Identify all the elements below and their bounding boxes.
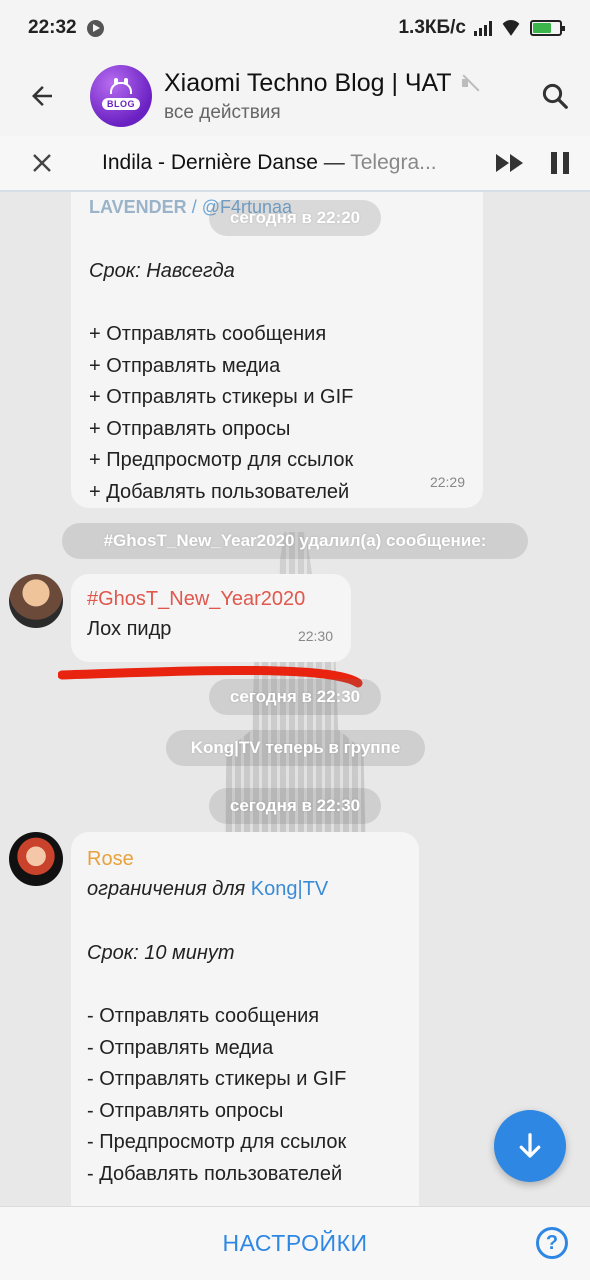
player-track[interactable]: Indila - Dernière Danse — Telegra... — [102, 151, 478, 175]
close-icon — [33, 154, 51, 172]
message-time: 22:29 — [429, 473, 465, 490]
message-sender[interactable]: #GhosT_New_Year2020 — [87, 584, 335, 614]
date-badge: сегодня в 22:20 — [209, 200, 381, 236]
pause-button[interactable] — [530, 151, 590, 175]
fast-forward-icon — [496, 154, 523, 172]
media-playing-icon — [86, 19, 104, 37]
avatar-label: BLOG — [102, 98, 140, 110]
track-title: Indila - Dernière Danse — [102, 151, 318, 174]
chat-avatar[interactable]: BLOG — [90, 65, 152, 127]
message-term: Срок: 10 минут — [87, 941, 235, 964]
battery-icon — [530, 20, 565, 36]
player-close-button[interactable] — [0, 153, 84, 173]
music-player-bar: Indila - Dernière Danse — Telegra... — [0, 136, 590, 192]
search-button[interactable] — [520, 56, 590, 136]
status-time: 22:32 — [28, 17, 77, 38]
rose-avatar[interactable] — [9, 832, 63, 886]
right-line: - Отправлять опросы — [87, 1099, 284, 1122]
chat-title-row: Xiaomi Techno Blog | ЧАТ — [164, 69, 520, 98]
scroll-down-button[interactable] — [494, 1110, 566, 1182]
right-line: - Отправлять стикеры и GIF — [87, 1068, 347, 1090]
message-bubble[interactable]: Rose ограничения для Kong|TV Срок: 10 ми… — [71, 832, 419, 1206]
cut-prefix: LAVENDER — [89, 197, 187, 217]
right-line: + Отправлять медиа — [89, 354, 281, 377]
track-separator: — — [323, 151, 345, 174]
track-source: Telegra... — [350, 151, 437, 174]
wifi-icon — [500, 20, 522, 36]
pause-icon — [551, 152, 569, 174]
status-right: 1.3КБ/с — [398, 17, 565, 39]
settings-button[interactable]: НАСТРОЙКИ — [222, 1230, 367, 1257]
message-list[interactable]: LAVENDER / @F4rtunaa Срок: Навсегда + От… — [0, 192, 590, 1206]
service-message-joined: Kong|TV теперь в группе — [166, 730, 425, 766]
search-icon — [542, 83, 568, 109]
chat-subtitle: все действия — [164, 101, 281, 123]
right-line: - Предпросмотр для ссылок — [87, 1131, 347, 1153]
right-line: - Добавлять пользователей — [87, 1162, 343, 1185]
right-line: - Отправлять медиа — [87, 1036, 274, 1059]
arrow-left-icon — [32, 86, 52, 106]
date-badge: сегодня в 22:30 — [209, 679, 381, 715]
user-avatar[interactable] — [9, 574, 63, 628]
message-time: 22:30 — [297, 627, 333, 644]
arrow-down-icon — [519, 1133, 541, 1158]
net-speed: 1.3КБ/с — [398, 17, 466, 38]
restriction-user-link[interactable]: Kong|TV — [251, 878, 328, 900]
right-line: + Добавлять пользователей — [89, 480, 350, 503]
right-line: + Отправлять сообщения — [89, 323, 327, 345]
right-line: - Отправлять сообщения — [87, 1005, 320, 1027]
fast-forward-button[interactable] — [490, 153, 530, 173]
right-line: + Отправлять опросы — [89, 417, 291, 440]
restriction-prefix: ограничения для — [87, 878, 246, 900]
message-bubble[interactable]: LAVENDER / @F4rtunaa Срок: Навсегда + От… — [71, 192, 483, 508]
message-term: Срок: Навсегда — [89, 259, 235, 282]
chat-title: Xiaomi Techno Blog | ЧАТ — [164, 68, 452, 97]
date-badge: сегодня в 22:30 — [209, 788, 381, 824]
mi-logo-icon — [110, 78, 132, 94]
service-message-deleted: #GhosT_New_Year2020 удалил(а) сообщение: — [62, 523, 528, 559]
bottom-bar: НАСТРОЙКИ ? — [0, 1206, 590, 1280]
muted-icon — [460, 74, 478, 92]
message-bubble[interactable]: #GhosT_New_Year2020 Лох пидр 22:30 — [71, 574, 351, 662]
signal-icon — [474, 20, 492, 36]
chat-header: BLOG Xiaomi Techno Blog | ЧАТ все действ… — [0, 56, 590, 136]
right-line: + Отправлять стикеры и GIF — [89, 386, 354, 408]
chat-info[interactable]: Xiaomi Techno Blog | ЧАТ все действия — [164, 69, 520, 124]
restriction-line: ограничения для Kong|TV — [87, 874, 403, 906]
back-button[interactable] — [0, 56, 84, 136]
right-line: + Предпросмотр для ссылок — [89, 449, 354, 471]
status-bar: 22:32 1.3КБ/с — [0, 0, 590, 56]
message-sender[interactable]: Rose — [87, 844, 403, 874]
help-icon[interactable]: ? — [536, 1227, 568, 1259]
